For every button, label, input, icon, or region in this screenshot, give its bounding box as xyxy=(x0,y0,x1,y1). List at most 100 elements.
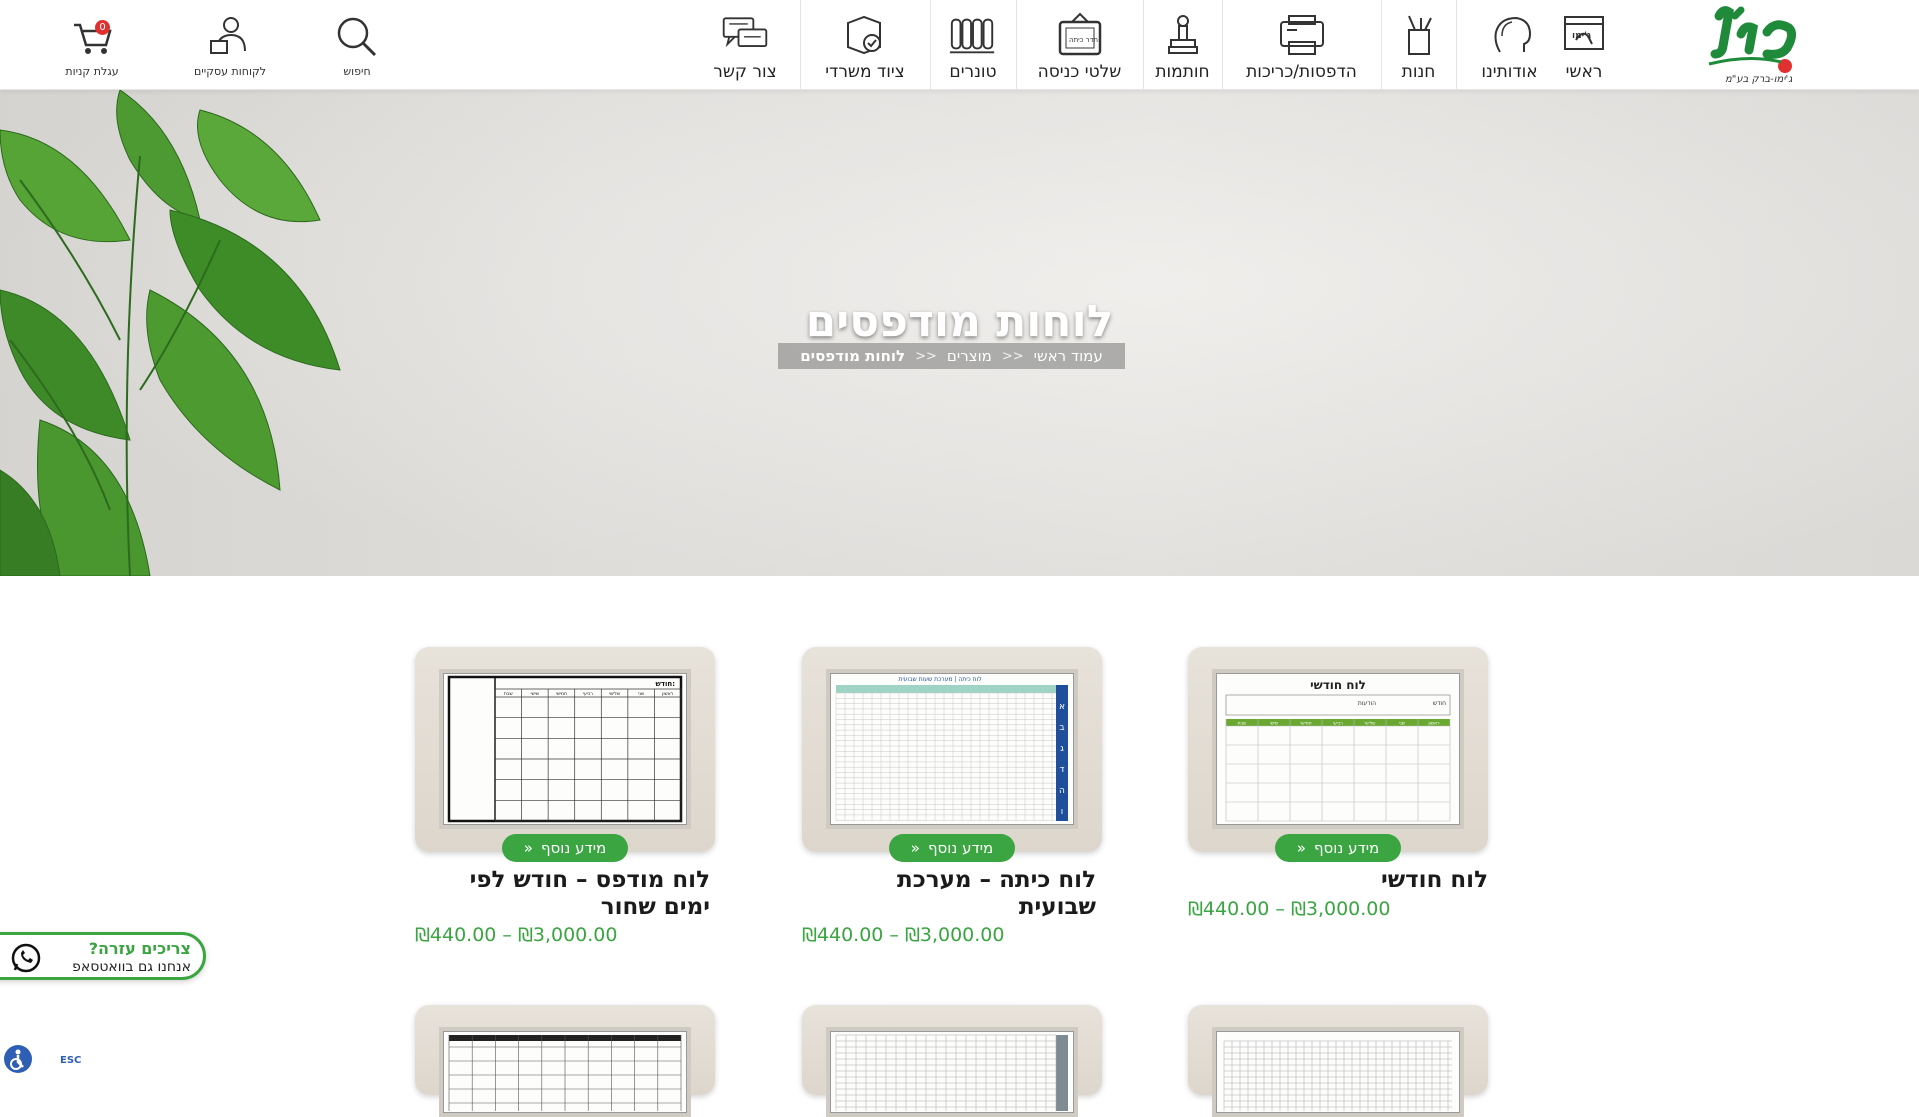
product-title[interactable]: לוח מודפס – חודש לפי ימים שחור xyxy=(410,867,710,921)
more-info-button[interactable]: מידע נוסף « xyxy=(502,834,628,862)
board-graphic xyxy=(835,1034,1068,1111)
nav-contact-label: צור קשר xyxy=(713,62,777,82)
nav-toners-label: טונרים xyxy=(949,62,997,82)
product-title[interactable]: לוח כיתה – מערכת שבועית xyxy=(796,867,1096,921)
business-clients-label: לקוחות עסקיים xyxy=(193,65,266,78)
search-button[interactable]: חיפוש xyxy=(332,0,382,90)
nav-shop[interactable]: חנות xyxy=(1381,0,1455,90)
weekday-label: שני xyxy=(638,692,644,697)
more-info-button[interactable]: מידע נוסף « xyxy=(1275,834,1401,862)
toner-icon xyxy=(948,12,998,58)
cart-count-badge: 0 xyxy=(95,20,110,35)
product-card-next[interactable] xyxy=(1188,1005,1488,1117)
search-icon xyxy=(333,14,381,60)
logo-mark: ג'ימו-ברק בע"מ xyxy=(1708,6,1797,85)
class-row-label: ד xyxy=(1060,765,1065,775)
product-card-month-black[interactable]: חודש: ראשון שני שלישי רביעי חמישי שישי שבת xyxy=(415,647,715,852)
chat-bubbles-icon xyxy=(720,12,770,58)
product-price: ₪440.00 – ₪3,000.00 xyxy=(1188,898,1391,920)
nav-home-label: ראשי xyxy=(1565,62,1603,82)
svg-text:חודש:: חודש: xyxy=(656,680,676,688)
breadcrumb-separator: >> xyxy=(1001,348,1024,364)
product-price: ₪440.00 – ₪3,000.00 xyxy=(415,924,618,946)
logo-tagline: ג'ימו-ברק בע"מ xyxy=(1725,74,1792,85)
product-card-monthly[interactable]: לוח חודשי חודש הודעות ראשון שני שלישי רביעי… xyxy=(1188,647,1488,852)
cart-button[interactable]: 0 עגלת קניות xyxy=(62,0,122,90)
board-graphic xyxy=(1223,1040,1452,1111)
nav-door-signs[interactable]: חדר כיתה שלטי כניסה xyxy=(1016,0,1142,90)
double-chevron-icon: « xyxy=(523,839,533,857)
product-title-line: שבועית xyxy=(1018,894,1096,920)
profile-head-icon xyxy=(1485,12,1535,58)
search-label: חיפוש xyxy=(343,65,371,78)
breadcrumb: עמוד ראשי >> מוצרים >> לוחות מודפסים xyxy=(778,343,1125,369)
esc-label: ESC xyxy=(60,1055,82,1066)
business-person-icon xyxy=(206,14,254,60)
product-image: חודש: ראשון שני שלישי רביעי חמישי שישי שבת xyxy=(439,669,691,829)
accessibility-button[interactable] xyxy=(4,1045,32,1073)
product-image: לוח כיתה | מערכת שעות שבועית א ב ג ד ה ו xyxy=(826,669,1078,829)
product-card-next[interactable] xyxy=(415,1005,715,1117)
product-image xyxy=(439,1027,691,1117)
svg-text:הודעות: הודעות xyxy=(1358,700,1376,707)
double-chevron-icon: « xyxy=(910,839,920,857)
site-logo[interactable]: ג'ימו-ברק בע"מ xyxy=(1705,4,1825,88)
breadcrumb-products[interactable]: מוצרים xyxy=(947,347,992,365)
nav-door-signs-label: שלטי כניסה xyxy=(1037,62,1122,82)
breadcrumb-separator: >> xyxy=(915,348,937,364)
product-image xyxy=(826,1027,1078,1117)
class-row-label: ו xyxy=(1061,807,1063,817)
product-image: לוח חודשי חודש הודעות ראשון שני שלישי רביעי… xyxy=(1212,669,1464,829)
weekday-label: חמישי xyxy=(556,692,567,697)
nav-shop-label: חנות xyxy=(1401,62,1436,82)
board-graphic xyxy=(448,1035,682,1111)
business-clients-button[interactable]: לקוחות עסקיים xyxy=(190,0,270,90)
class-row-label: ה xyxy=(1059,786,1065,796)
site-header: ג'ימו-ברק בע"מ ג'ימו ראשי אודותינו חנות … xyxy=(0,0,1919,90)
nav-contact[interactable]: צור קשר xyxy=(700,0,790,90)
more-info-label: מידע נוסף xyxy=(1313,839,1380,857)
breadcrumb-home[interactable]: עמוד ראשי xyxy=(1034,347,1103,365)
svg-text:לוח כיתה | מערכת שעות שבועית: לוח כיתה | מערכת שעות שבועית xyxy=(898,676,981,683)
nav-home[interactable]: ג'ימו ראשי xyxy=(1564,0,1604,90)
product-title-line: לוח מודפס – חודש לפי xyxy=(469,867,710,893)
svg-text:ג'ימו: ג'ימו xyxy=(1572,31,1591,41)
nav-toners[interactable]: טונרים xyxy=(930,0,1015,90)
svg-text:חדר כיתה: חדר כיתה xyxy=(1069,36,1098,44)
door-sign-icon: חדר כיתה xyxy=(1055,12,1105,58)
nav-about-label: אודותינו xyxy=(1481,62,1538,82)
office-box-icon xyxy=(840,12,890,58)
class-board-graphic: לוח כיתה | מערכת שעות שבועית א ב ג ד ה ו xyxy=(835,676,1068,821)
weekday-label: שישי xyxy=(531,692,539,697)
hero-banner: לוחות מודפסים עמוד ראשי >> מוצרים >> לוח… xyxy=(0,90,1919,576)
svg-text:לוח חודשי: לוח חודשי xyxy=(1310,678,1366,692)
breadcrumb-current: לוחות מודפסים xyxy=(800,347,906,365)
product-card-class-weekly[interactable]: לוח כיתה | מערכת שעות שבועית א ב ג ד ה ו xyxy=(802,647,1102,852)
weekday-label: שבת xyxy=(504,692,513,697)
nav-stamps-label: חותמות xyxy=(1155,62,1210,82)
stamp-icon xyxy=(1158,12,1208,58)
nav-about[interactable]: אודותינו xyxy=(1456,0,1562,90)
nav-office-supplies[interactable]: ציוד משרדי xyxy=(800,0,929,90)
product-title-line: לוח חודשי xyxy=(1380,867,1488,893)
whatsapp-help-button[interactable]: צריכים עזרה? אנחנו גם בוואטסאפ xyxy=(0,932,206,980)
more-info-label: מידע נוסף xyxy=(927,839,994,857)
product-card-next[interactable] xyxy=(802,1005,1102,1117)
class-row-label: ג xyxy=(1060,744,1064,754)
nav-printing[interactable]: הדפסות/כריכות xyxy=(1222,0,1380,90)
whatsapp-icon xyxy=(11,943,41,973)
printer-icon xyxy=(1277,12,1327,58)
page-title: לוחות מודפסים xyxy=(805,296,1114,347)
whatsapp-subtitle: אנחנו גם בוואטסאפ xyxy=(72,959,191,975)
nav-stamps[interactable]: חותמות xyxy=(1143,0,1221,90)
cart-label: עגלת קניות xyxy=(65,65,119,78)
pencil-cup-icon xyxy=(1394,12,1444,58)
product-title-line: לוח כיתה – מערכת xyxy=(897,867,1096,893)
home-screen-icon: ג'ימו xyxy=(1559,12,1609,58)
more-info-button[interactable]: מידע נוסף « xyxy=(889,834,1015,862)
product-title[interactable]: לוח חודשי xyxy=(1188,867,1488,894)
class-row-label: א xyxy=(1059,702,1065,712)
cart-icon: 0 xyxy=(68,14,116,60)
monthly-board-graphic: לוח חודשי חודש הודעות ראשוןשנישלישירביעי… xyxy=(1225,678,1451,822)
weekday-label: שלישי xyxy=(609,692,620,697)
